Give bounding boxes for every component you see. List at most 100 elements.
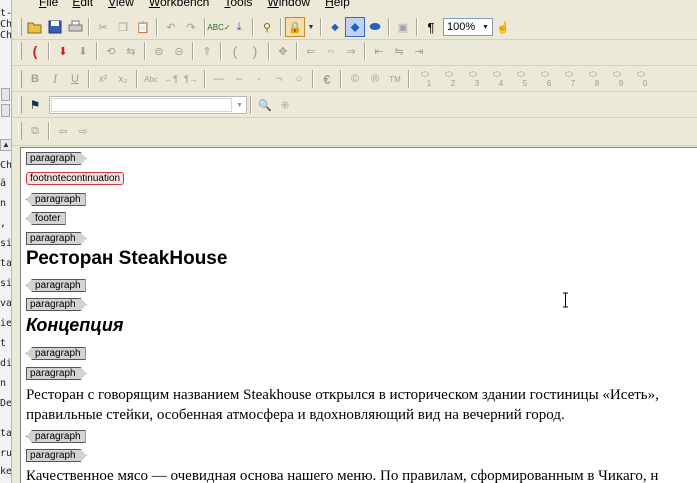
document-properties-button[interactable]: ⧉: [25, 121, 45, 141]
tag-paragraph-start[interactable]: paragraph: [26, 152, 87, 165]
underline-button[interactable]: U: [65, 69, 85, 89]
print-button[interactable]: [65, 17, 85, 37]
subscript-button[interactable]: x₂: [113, 69, 133, 89]
wrap-button[interactable]: (: [225, 41, 245, 61]
bg-scroll-up-arrow-icon[interactable]: ▲: [0, 139, 11, 151]
promote-button[interactable]: ⊜: [149, 41, 169, 61]
toolbar-grip[interactable]: [18, 122, 22, 140]
style-select-field[interactable]: [51, 98, 232, 112]
shortcut-1-button[interactable]: ⬭ 1: [413, 69, 437, 89]
toolbar-grip[interactable]: [18, 96, 22, 114]
copy-button[interactable]: ❐: [113, 17, 133, 37]
paragraph-mark-button[interactable]: ←¶: [161, 69, 181, 89]
zoom-tool-button[interactable]: ☝: [493, 17, 513, 37]
italic-button[interactable]: I: [45, 69, 65, 89]
bold-button[interactable]: B: [25, 69, 45, 89]
shortcut-0-button[interactable]: ⬭ 0: [629, 69, 653, 89]
undo-button[interactable]: ↶: [161, 17, 181, 37]
search-button[interactable]: 🔍: [255, 95, 275, 115]
jump-previous-button[interactable]: ⇐: [301, 41, 321, 61]
navigate-back-button[interactable]: ⇦: [53, 121, 73, 141]
lock-toggle-button[interactable]: 🔒: [285, 17, 305, 37]
paste-button[interactable]: 📋: [133, 17, 153, 37]
bg-window-button[interactable]: [1, 88, 10, 101]
smallcaps-button[interactable]: Abc: [141, 69, 161, 89]
move-tool-button[interactable]: ✥: [273, 41, 293, 61]
split-element-button[interactable]: ⟲: [101, 41, 121, 61]
menu-edit[interactable]: Edit: [72, 0, 93, 9]
list-indent-button[interactable]: ⇥: [409, 41, 429, 61]
unwrap-button[interactable]: ): [245, 41, 265, 61]
cut-button[interactable]: ✂: [93, 17, 113, 37]
tag-paragraph-start[interactable]: paragraph: [26, 367, 87, 380]
redo-button[interactable]: ↷: [181, 17, 201, 37]
menu-help[interactable]: Help: [325, 0, 350, 9]
style-select[interactable]: ▼: [49, 96, 247, 114]
tag-paragraph-start[interactable]: paragraph: [26, 298, 87, 311]
save-button[interactable]: [45, 17, 65, 37]
shortcut-8-button[interactable]: ⬭ 8: [581, 69, 605, 89]
shortcut-9-button[interactable]: ⬭ 9: [605, 69, 629, 89]
paragraph-text-line[interactable]: Качественное мясо — очевидная основа наш…: [26, 466, 658, 483]
toolbar-grip[interactable]: [18, 18, 22, 36]
menu-window[interactable]: Window: [267, 0, 310, 9]
language-button[interactable]: ⚑: [25, 95, 45, 115]
style-settings-button[interactable]: ⁜: [275, 95, 295, 115]
insert-element-button[interactable]: ⬇: [53, 41, 73, 61]
em-dash-button[interactable]: —: [209, 69, 229, 89]
euro-button[interactable]: €: [317, 69, 337, 89]
superscript-button[interactable]: x²: [93, 69, 113, 89]
jump-next-button[interactable]: ⇒: [341, 41, 361, 61]
menu-tools[interactable]: Tools: [224, 0, 252, 9]
menu-view[interactable]: View: [108, 0, 134, 9]
lock-dropdown-button[interactable]: ▼: [305, 17, 317, 37]
tag-paragraph-end[interactable]: paragraph: [26, 279, 86, 292]
toolbar-grip[interactable]: [18, 42, 22, 60]
find-replace-button[interactable]: ⚲: [257, 17, 277, 37]
shortcut-7-button[interactable]: ⬭ 7: [557, 69, 581, 89]
document-editor[interactable]: paragraph footnotecontinuation paragraph…: [20, 147, 697, 483]
shortcut-4-button[interactable]: ⬭ 4: [485, 69, 509, 89]
join-element-button[interactable]: ⇆: [121, 41, 141, 61]
move-up-button[interactable]: ⇑: [197, 41, 217, 61]
line-break-button[interactable]: ¶→: [181, 69, 201, 89]
paragraph-text-line[interactable]: правильные стейки, особенная атмосфера и…: [26, 405, 565, 425]
tag-paragraph-end[interactable]: paragraph: [26, 347, 86, 360]
shortcut-3-button[interactable]: ⬭ 3: [461, 69, 485, 89]
tag-paragraph-start[interactable]: paragraph: [26, 232, 87, 245]
copyright-button[interactable]: ©: [345, 69, 365, 89]
list-outdent-button[interactable]: ⇤: [369, 41, 389, 61]
tags-full-button[interactable]: ⬥: [345, 17, 365, 37]
tag-paragraph-end[interactable]: paragraph: [26, 193, 86, 206]
paragraph-text-line[interactable]: Ресторан с говорящим названием Steakhous…: [26, 385, 659, 405]
spellcheck-button[interactable]: ABC✓: [207, 17, 230, 37]
page-preview-button[interactable]: ▣: [393, 17, 413, 37]
shortcut-2-button[interactable]: ⬭ 2: [437, 69, 461, 89]
validate-button[interactable]: ⤓: [229, 17, 249, 37]
heading-concept[interactable]: Концепция: [26, 315, 123, 336]
toolbar-grip[interactable]: [18, 70, 22, 88]
tag-footnotecontinuation[interactable]: footnotecontinuation: [26, 172, 125, 185]
shortcut-6-button[interactable]: ⬭ 6: [533, 69, 557, 89]
list-merge-button[interactable]: ⇋: [389, 41, 409, 61]
heading-restaurant[interactable]: Ресторан SteakHouse: [26, 248, 227, 270]
en-dash-button[interactable]: –: [229, 69, 249, 89]
chevron-down-icon[interactable]: ▼: [479, 19, 492, 35]
menu-file[interactable]: File: [39, 0, 58, 9]
hyphen-button[interactable]: -: [249, 69, 269, 89]
bg-window-button[interactable]: [1, 104, 10, 117]
registered-button[interactable]: ®: [365, 69, 385, 89]
trademark-button[interactable]: TM: [385, 69, 405, 89]
degree-button[interactable]: ○: [289, 69, 309, 89]
shortcut-5-button[interactable]: ⬭ 5: [509, 69, 533, 89]
insert-start-tag-button[interactable]: (: [25, 41, 45, 61]
demote-button[interactable]: ⊝: [169, 41, 189, 61]
tag-paragraph-start[interactable]: paragraph: [26, 449, 87, 462]
not-sign-button[interactable]: ¬: [269, 69, 289, 89]
tag-paragraph-end[interactable]: paragraph: [26, 430, 86, 443]
zoom-select[interactable]: 100% ▼: [443, 18, 493, 36]
jump-both-button[interactable]: ⇔: [321, 41, 341, 61]
chevron-down-icon[interactable]: ▼: [233, 97, 246, 113]
open-button[interactable]: [25, 17, 45, 37]
menu-workbench[interactable]: Workbench: [149, 0, 209, 9]
